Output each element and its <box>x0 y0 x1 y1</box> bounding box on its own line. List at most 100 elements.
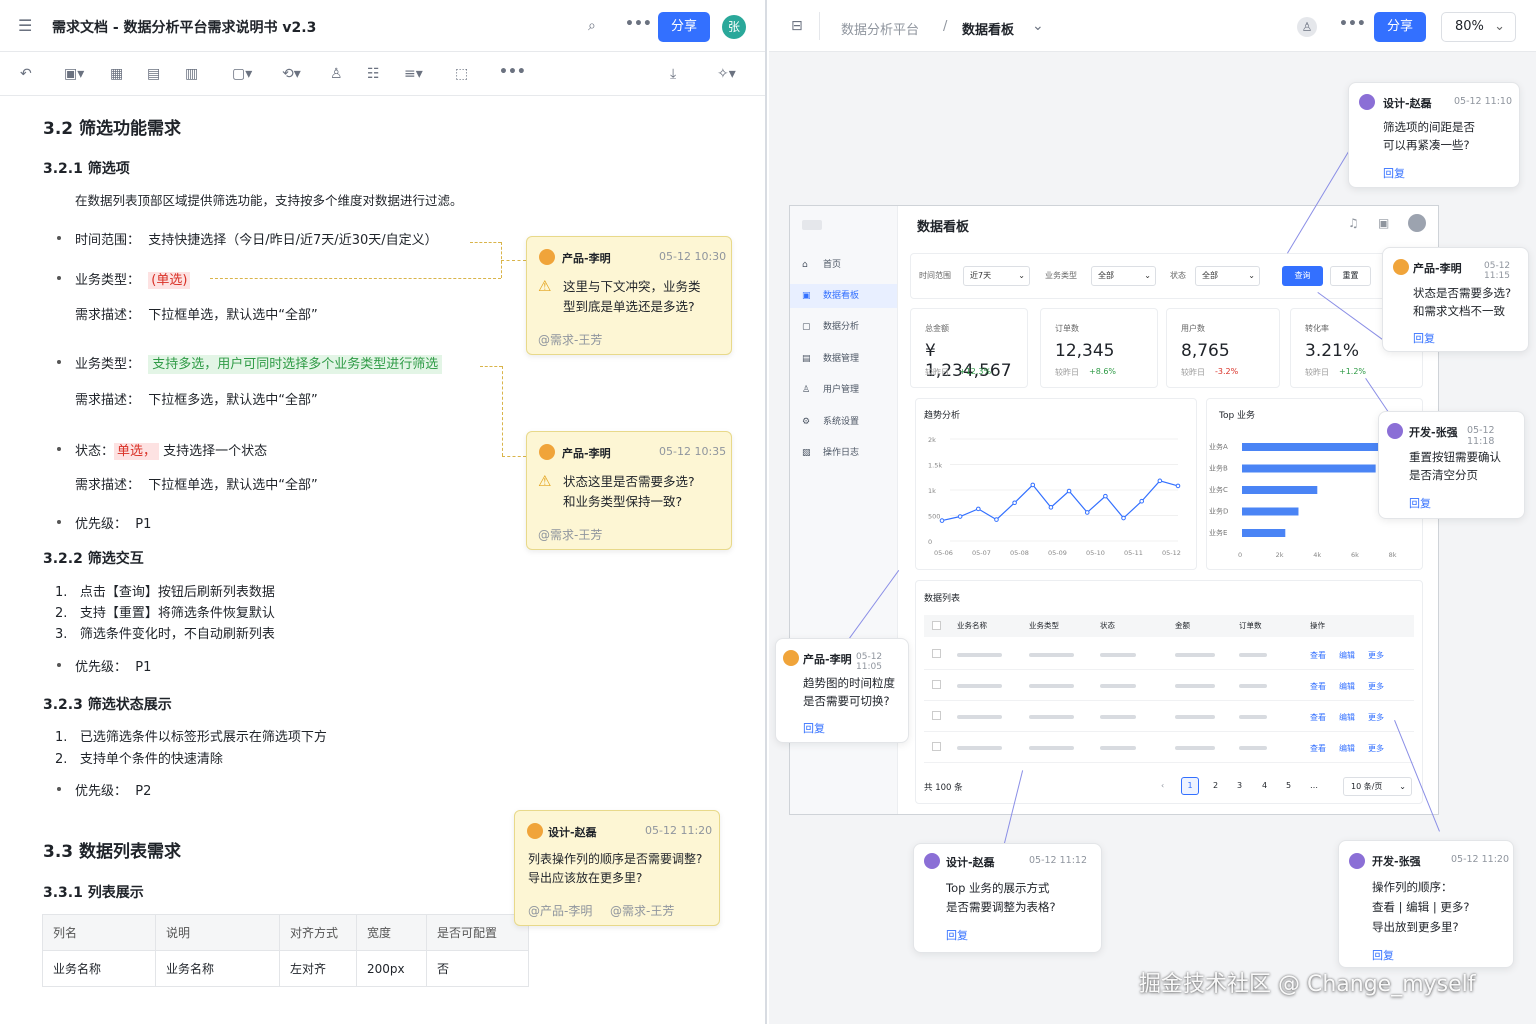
reset-button[interactable]: 重置 <box>1330 266 1371 286</box>
conflict-highlight[interactable]: 单选， <box>114 443 160 460</box>
comment-note[interactable]: 设计-赵磊 05-12 11:20 列表操作列的顺序是否需要调整? 导出应该放在… <box>514 810 720 926</box>
col-header: 业务类型 <box>1029 621 1059 630</box>
page-5[interactable]: 5 <box>1286 781 1291 790</box>
checkbox[interactable] <box>932 649 941 658</box>
row-action[interactable]: 更多 <box>1368 681 1384 692</box>
query-button[interactable]: 查询 <box>1282 266 1323 286</box>
mention[interactable]: @需求-王芳 <box>538 526 602 543</box>
page-3[interactable]: 3 <box>1237 781 1242 790</box>
sidebar-item-users[interactable]: ♙ 用户管理 <box>790 378 897 402</box>
page-size-select[interactable]: 10 条/页 ⌄ <box>1343 777 1412 796</box>
page-1[interactable]: 1 <box>1181 777 1199 795</box>
mention[interactable]: @需求-王芳 <box>610 902 674 919</box>
row-action[interactable]: 编辑 <box>1339 712 1355 723</box>
list-icon[interactable]: ☷ <box>367 65 380 83</box>
menu-icon[interactable]: ☰ <box>18 17 32 35</box>
added-highlight[interactable]: 支持多选，用户可同时选择多个业务类型进行筛选 <box>148 355 443 374</box>
data-point <box>1121 515 1126 521</box>
row-action[interactable]: 查看 <box>1310 681 1326 692</box>
sidebar-item-dashboard[interactable]: ▣ 数据看板 <box>790 284 897 308</box>
sidebar-item-settings[interactable]: ⚙ 系统设置 <box>790 410 897 434</box>
reply-link[interactable]: 回复 <box>1409 495 1431 511</box>
row-action[interactable]: 更多 <box>1368 712 1384 723</box>
file-icon[interactable]: ⊟ <box>791 17 803 35</box>
comment-card[interactable]: 设计-赵磊 05-12 11:10 筛选项的间距是否 可以再紧凑一些? 回复 <box>1348 82 1520 188</box>
data-point <box>1084 510 1090 515</box>
row-action[interactable]: 更多 <box>1368 743 1384 754</box>
comment-card[interactable]: 产品-李明 05-12 11:05 趋势图的时间粒度 是否需要可切换? 回复 <box>775 638 909 743</box>
row-action[interactable]: 查看 <box>1310 650 1326 661</box>
row-action[interactable]: 编辑 <box>1339 743 1355 754</box>
sidebar-item-home[interactable]: ⌂ 首页 <box>790 253 897 277</box>
align-icon[interactable]: ≡▾ <box>404 65 423 83</box>
checkbox[interactable] <box>932 680 941 689</box>
row-action[interactable]: 编辑 <box>1339 681 1355 692</box>
folder-icon[interactable]: ▣▾ <box>64 65 84 83</box>
sidebar-item-logs[interactable]: ▧ 操作日志 <box>790 441 897 465</box>
calendar-icon[interactable]: ▣ <box>1378 216 1389 230</box>
page-2[interactable]: 2 <box>1213 781 1218 790</box>
placeholder-cell <box>957 715 1002 719</box>
avatar[interactable] <box>1408 214 1426 232</box>
row-action[interactable]: 编辑 <box>1339 650 1355 661</box>
breadcrumb-item[interactable]: 数据分析平台 <box>841 19 919 38</box>
table-row[interactable]: 查看 编辑 更多 <box>924 701 1414 732</box>
comment-text: 是否需要调整为表格? <box>946 900 1056 914</box>
mention[interactable]: @产品-李明 <box>528 902 592 919</box>
row-action[interactable]: 查看 <box>1310 743 1326 754</box>
sidebar-item-data[interactable]: ▤ 数据管理 <box>790 347 897 371</box>
user-icon[interactable]: ♙ <box>1297 17 1317 37</box>
format-icon[interactable]: ⟲▾ <box>282 65 301 83</box>
chevron-down-icon[interactable]: ⌄ <box>1032 17 1044 35</box>
table-row[interactable]: 查看 编辑 更多 <box>924 732 1414 763</box>
person-icon[interactable]: ♙ <box>330 65 343 83</box>
reply-link[interactable]: 回复 <box>1413 330 1435 346</box>
page-4[interactable]: 4 <box>1262 781 1267 790</box>
reply-link[interactable]: 回复 <box>946 927 968 943</box>
more-icon[interactable]: ••• <box>625 15 652 33</box>
download-icon[interactable]: ⤓ <box>670 65 676 83</box>
table-row[interactable]: 查看 编辑 更多 <box>924 639 1414 670</box>
pin-icon[interactable]: ✧▾ <box>717 65 736 83</box>
row-action[interactable]: 查看 <box>1310 712 1326 723</box>
box-icon[interactable]: ▢▾ <box>232 65 252 83</box>
table-row[interactable]: 查看 编辑 更多 <box>924 670 1414 701</box>
avatar[interactable]: 张 <box>722 15 746 39</box>
more-tools-icon[interactable]: ••• <box>499 63 526 81</box>
reply-link[interactable]: 回复 <box>1383 165 1405 181</box>
comment-card[interactable]: 开发-张强 05-12 11:20 操作列的顺序： 查看 | 编辑 | 更多? … <box>1338 840 1514 968</box>
page-ellipsis[interactable]: … <box>1310 781 1318 790</box>
reply-link[interactable]: 回复 <box>803 720 825 736</box>
grid-icon[interactable]: ▥ <box>185 65 198 83</box>
search-icon[interactable]: ⌕ <box>588 17 596 35</box>
comment-card[interactable]: 产品-李明 05-12 11:15 状态是否需要多选? 和需求文档不一致 回复 <box>1382 247 1529 352</box>
time-select[interactable]: 近7天 ⌄ <box>963 266 1030 286</box>
reply-link[interactable]: 回复 <box>1372 947 1394 963</box>
share-button[interactable]: 分享 <box>1374 12 1426 42</box>
select-icon[interactable]: ⬚ <box>455 65 468 83</box>
comment-card[interactable]: 设计-赵磊 05-12 11:12 Top 业务的展示方式 是否需要调整为表格?… <box>913 843 1102 953</box>
checkbox[interactable] <box>932 742 941 751</box>
conflict-highlight[interactable]: (单选) <box>148 272 191 289</box>
undo-icon[interactable]: ↶ <box>20 65 32 83</box>
zoom-select[interactable]: 80% ⌄ <box>1441 12 1516 42</box>
text: 支持单个条件的快速清除 <box>79 752 223 767</box>
image-icon[interactable]: ▦ <box>110 65 123 83</box>
prev-page-icon[interactable]: ‹ <box>1161 781 1164 790</box>
share-button[interactable]: 分享 <box>658 12 710 42</box>
mention[interactable]: @需求-王芳 <box>538 331 602 348</box>
checkbox[interactable] <box>932 711 941 720</box>
status-select[interactable]: 全部 ⌄ <box>1195 266 1260 286</box>
value: P1 <box>135 517 152 532</box>
more-icon[interactable]: ••• <box>1339 15 1366 33</box>
comment-card[interactable]: 开发-张强 05-12 11:18 重置按钮需要确认 是否清空分页 回复 <box>1378 411 1525 519</box>
biz-select[interactable]: 全部 ⌄ <box>1091 266 1156 286</box>
table-icon[interactable]: ▤ <box>147 65 160 83</box>
breadcrumb-item[interactable]: 数据看板 <box>962 19 1014 38</box>
row-action[interactable]: 更多 <box>1368 650 1384 661</box>
comment-note[interactable]: 产品-李明 05-12 10:30 ⚠ 这里与下文冲突，业务类 型到底是单选还是… <box>526 236 732 355</box>
comment-note[interactable]: 产品-李明 05-12 10:35 ⚠ 状态这里是否需要多选? 和业务类型保持一… <box>526 431 732 550</box>
bell-icon[interactable]: ♫ <box>1348 216 1359 230</box>
checkbox[interactable] <box>932 621 941 630</box>
sidebar-item-analysis[interactable]: ▢ 数据分析 <box>790 315 897 339</box>
